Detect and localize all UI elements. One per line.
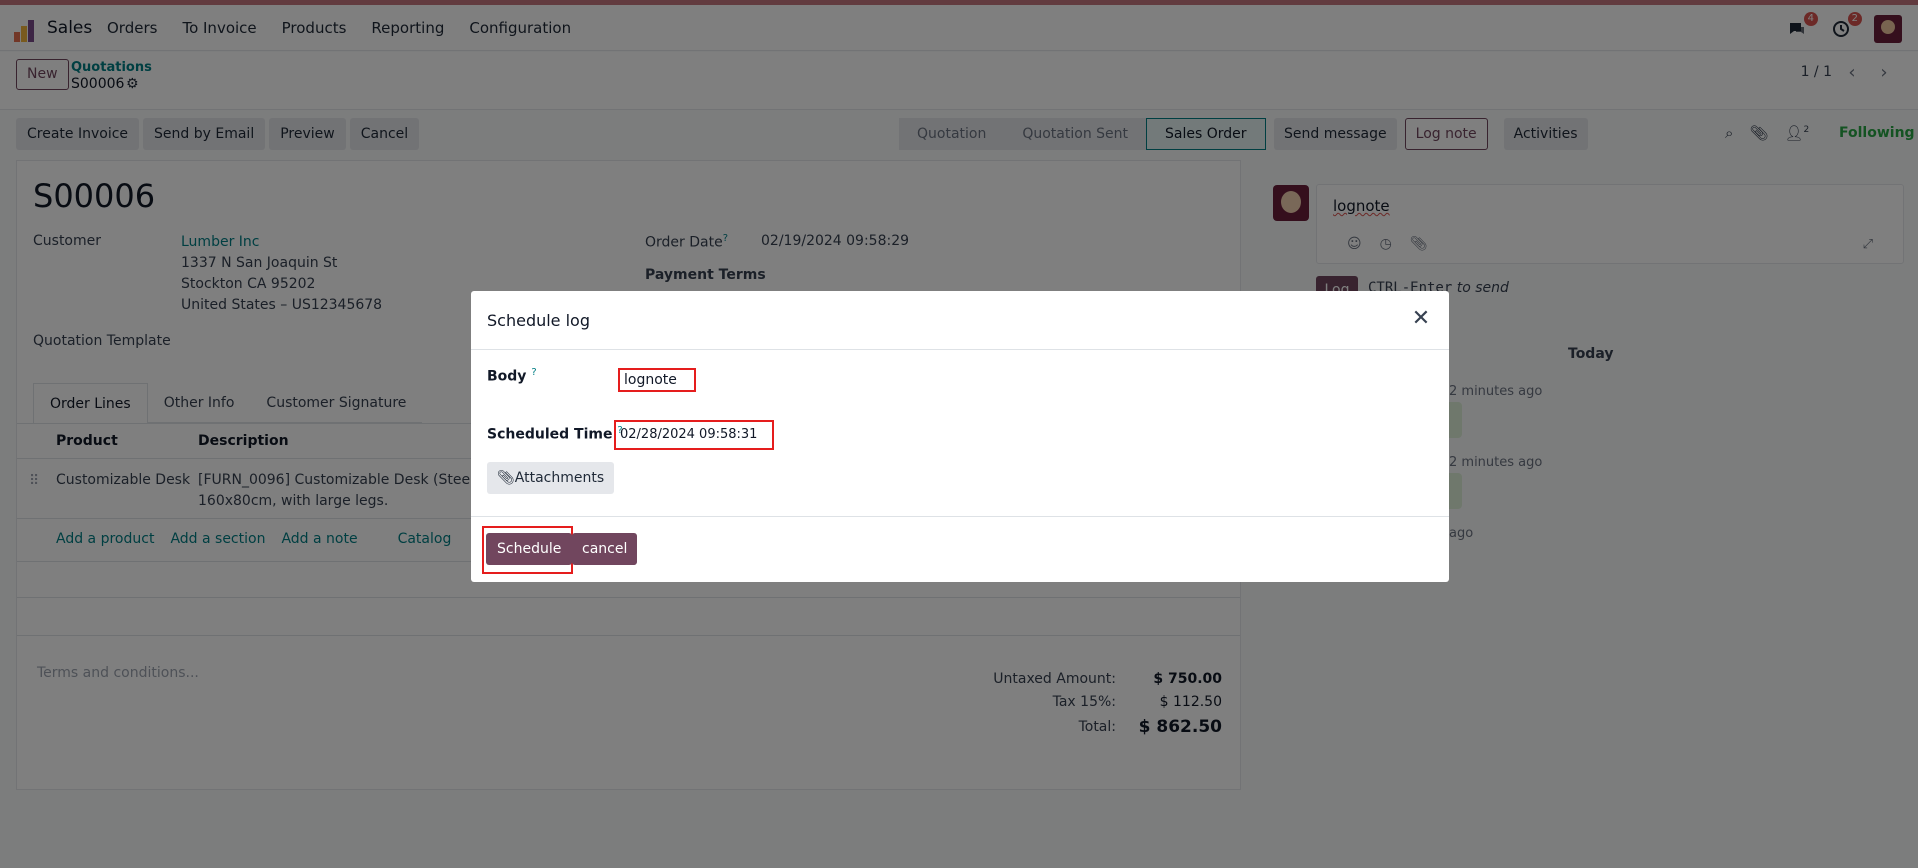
scheduled-time-label: Scheduled Time ? — [487, 425, 623, 443]
attachments-button[interactable]: 📎︎Attachments — [487, 462, 615, 494]
schedule-button[interactable]: Schedule — [486, 533, 573, 565]
paperclip-icon: 📎︎ — [497, 470, 515, 486]
body-input[interactable]: lognote — [618, 368, 696, 392]
scheduled-time-input[interactable]: 02/28/2024 09:58:31 — [614, 420, 774, 450]
close-icon[interactable]: ✕ — [1407, 305, 1435, 333]
body-label: Body ? — [487, 367, 537, 385]
dialog-header: Schedule log ✕ — [471, 291, 1449, 350]
schedule-log-dialog: Schedule log ✕ Body ? lognote Scheduled … — [471, 291, 1449, 582]
cancel-button[interactable]: cancel — [572, 533, 638, 565]
dialog-footer-divider — [471, 516, 1449, 517]
help-icon[interactable]: ? — [531, 367, 536, 378]
dialog-title: Schedule log — [487, 311, 590, 330]
